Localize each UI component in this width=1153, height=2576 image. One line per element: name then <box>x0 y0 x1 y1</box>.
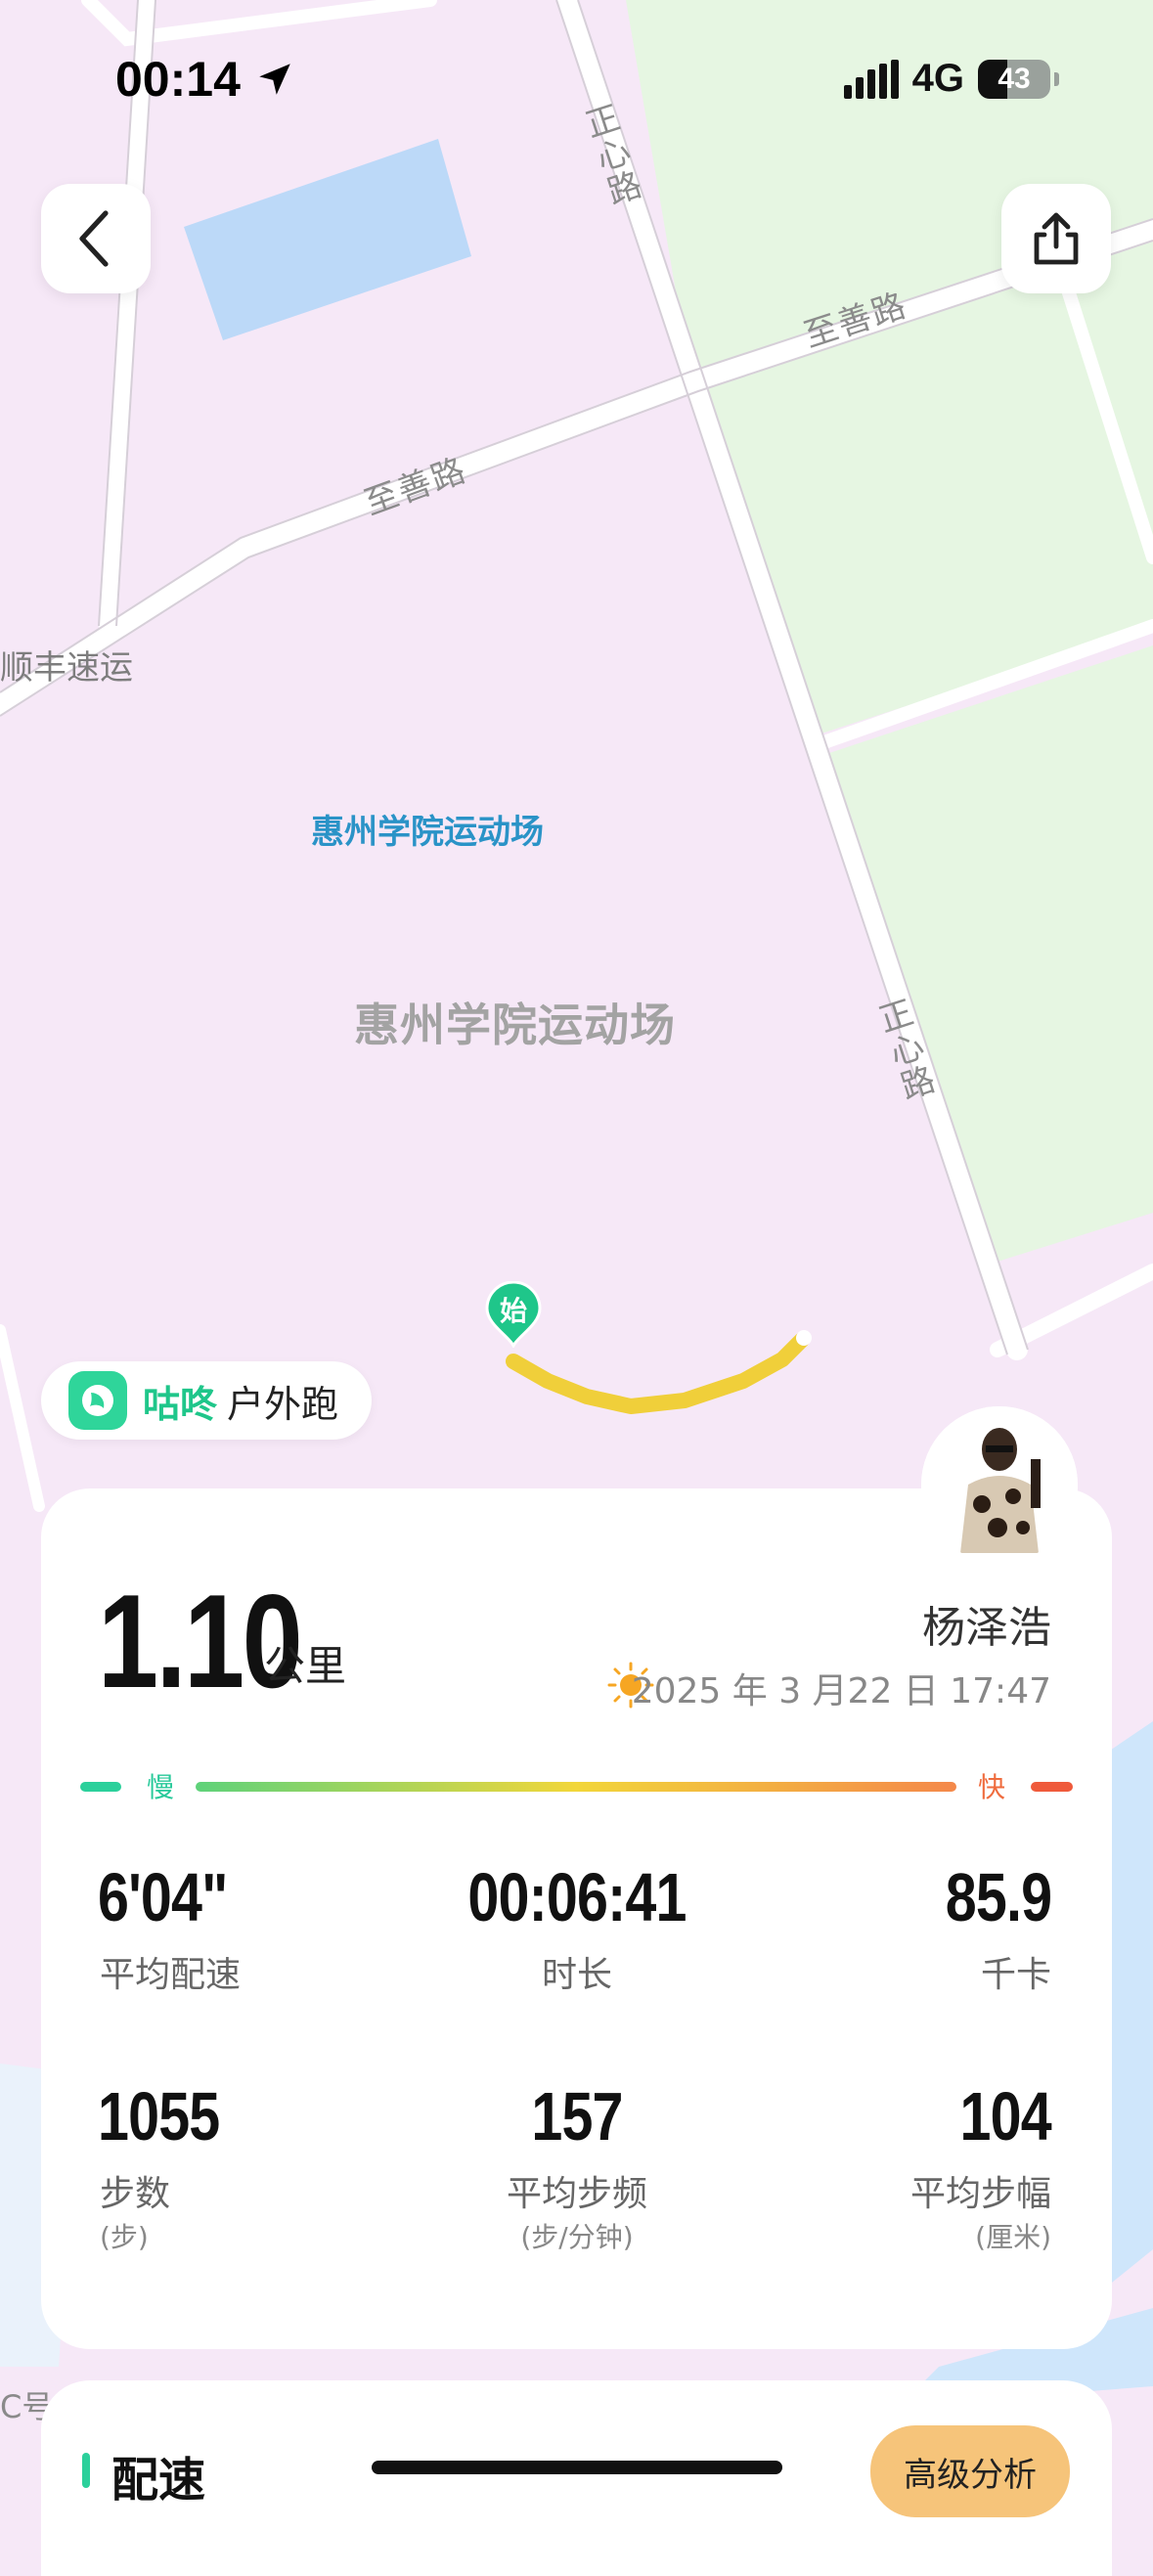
battery-tip <box>1054 71 1059 86</box>
battery-level: 43 <box>998 62 1031 95</box>
stat-duration-label: 时长 <box>541 1955 612 1995</box>
network-type: 4G <box>911 57 964 100</box>
start-marker-label: 始 <box>499 1295 527 1327</box>
status-time: 00:14 <box>115 51 295 108</box>
stat-calories-label: 千卡 <box>980 1955 1051 1995</box>
app-activity-badge: 咕咚 户外跑 <box>41 1361 372 1440</box>
stat-steps-value: 1055 <box>98 2078 220 2154</box>
share-button[interactable] <box>1001 184 1111 293</box>
stat-cadence-value: 157 <box>531 2078 623 2154</box>
status-time-text: 00:14 <box>115 52 241 107</box>
stat-steps-unit: (步) <box>100 2221 149 2253</box>
advanced-analysis-button[interactable]: 高级分析 <box>870 2425 1070 2517</box>
location-arrow-icon <box>259 64 290 95</box>
app-name: 咕咚 <box>143 1382 218 1426</box>
speed-fast-label: 快 <box>978 1771 1006 1803</box>
distance-unit: 公里 <box>264 1642 347 1690</box>
stat-stride-unit: (厘米) <box>975 2221 1051 2253</box>
stat-stride-label: 平均步幅 <box>909 2174 1051 2214</box>
user-name: 杨泽浩 <box>922 1603 1051 1653</box>
codoon-bird-icon <box>82 1385 113 1416</box>
stat-avg-pace-value: 6'04" <box>98 1859 228 1935</box>
stat-stride-value: 104 <box>959 2078 1052 2154</box>
signal-icon <box>843 59 899 99</box>
chevron-left-icon <box>79 210 109 267</box>
share-icon <box>1034 212 1079 265</box>
avatar-image <box>921 1406 1078 1563</box>
stat-duration-value: 00:06:41 <box>467 1859 687 1935</box>
battery-icon: 43 <box>978 59 1050 99</box>
pace-section-marker <box>82 2453 90 2488</box>
user-avatar[interactable] <box>921 1406 1078 1563</box>
activity-type: 户外跑 <box>227 1382 339 1426</box>
stat-cadence-unit: (步/分钟) <box>520 2221 634 2253</box>
stat-cadence-label: 平均步频 <box>506 2174 647 2214</box>
stat-calories-value: 85.9 <box>945 1859 1052 1935</box>
start-marker[interactable]: 始 <box>485 1280 542 1350</box>
run-date: 2025 年 3 月22 日 17:47 <box>631 1671 1051 1711</box>
speed-legend-bar <box>80 1782 1073 1792</box>
stat-steps-label: 步数 <box>100 2174 171 2214</box>
back-button[interactable] <box>41 184 151 293</box>
speed-slow-label: 慢 <box>147 1771 175 1803</box>
home-indicator[interactable] <box>372 2461 782 2474</box>
codoon-logo-icon <box>68 1371 127 1430</box>
status-indicators: 4G 43 <box>843 57 1059 101</box>
stat-avg-pace-label: 平均配速 <box>100 1955 242 1995</box>
